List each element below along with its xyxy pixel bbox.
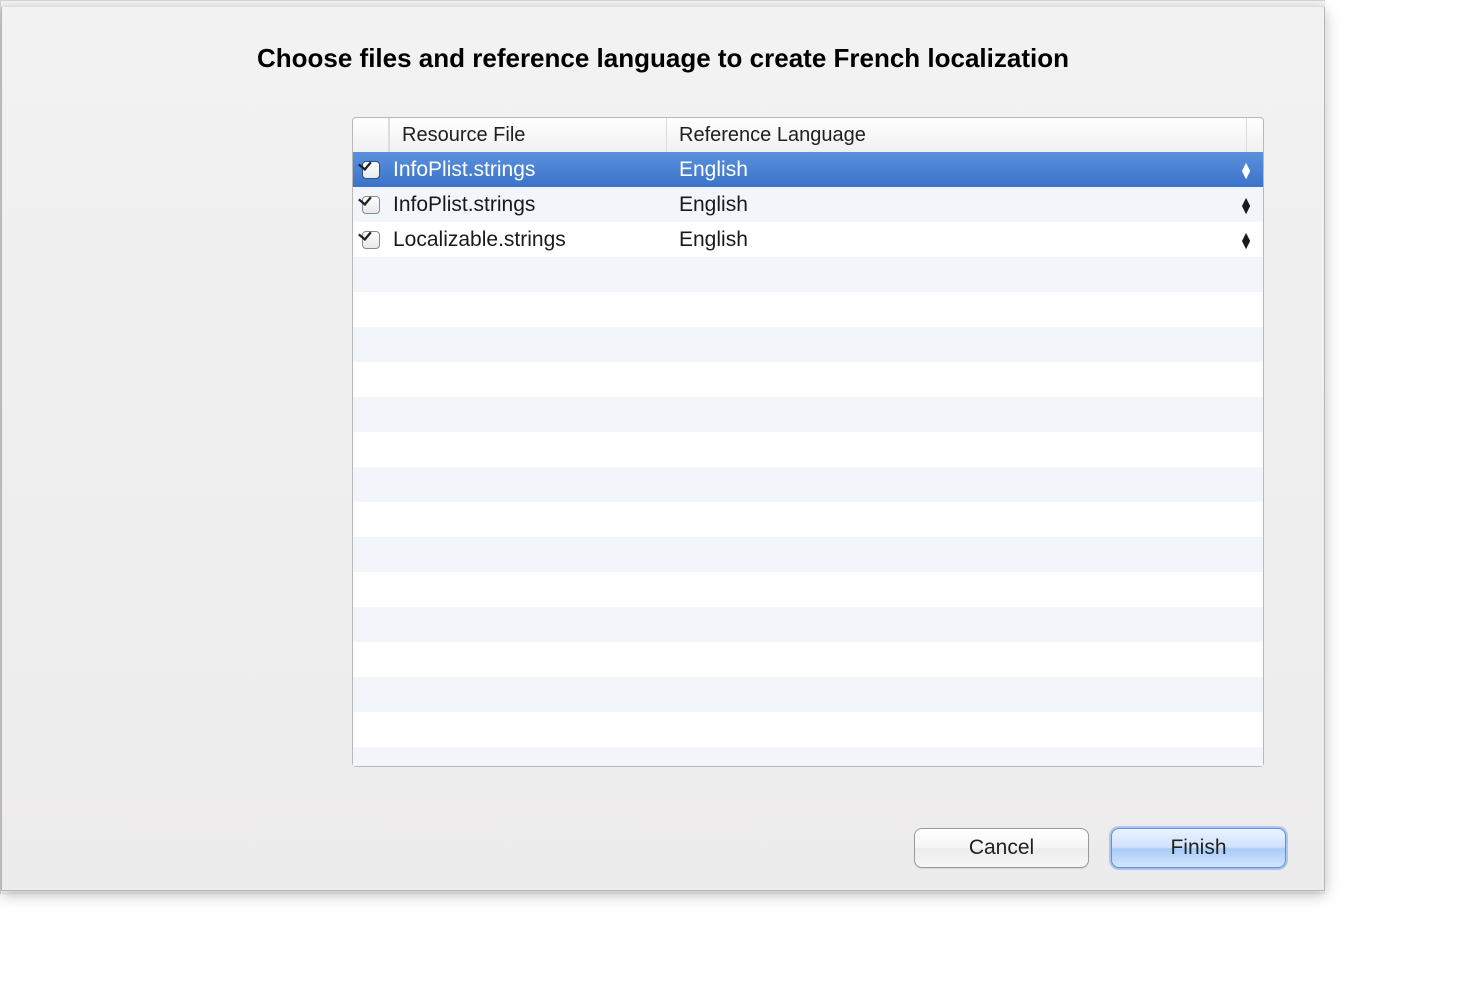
column-header-checkbox[interactable] [353, 118, 389, 152]
resource-file-cell: Localizable.strings [389, 228, 667, 252]
table-row-empty [353, 502, 1263, 537]
background-window: Deployment Target iOS Deployment Target … [0, 0, 1325, 894]
table-row-empty [353, 467, 1263, 502]
checkbox[interactable] [362, 161, 380, 179]
table-header: Resource File Reference Language [353, 118, 1263, 153]
table-body: InfoPlist.stringsEnglish▲▼InfoPlist.stri… [353, 152, 1263, 766]
reference-language-cell[interactable]: English [667, 193, 1229, 217]
popup-arrows-icon: ▲▼ [1239, 232, 1253, 248]
row-checkbox-cell[interactable] [353, 196, 389, 214]
finish-button[interactable]: Finish [1111, 828, 1286, 868]
column-header-resource[interactable]: Resource File [389, 118, 667, 152]
button-bar: Cancel Finish [914, 828, 1286, 868]
resource-file-cell: InfoPlist.strings [389, 158, 667, 182]
column-header-end [1247, 118, 1263, 152]
table-row-empty [353, 327, 1263, 362]
row-checkbox-cell[interactable] [353, 161, 389, 179]
table-row-empty [353, 257, 1263, 292]
checkbox[interactable] [362, 196, 380, 214]
reference-language-cell[interactable]: English [667, 158, 1229, 182]
row-checkbox-cell[interactable] [353, 231, 389, 249]
table-row-empty [353, 537, 1263, 572]
column-header-language[interactable]: Reference Language [667, 118, 1247, 152]
table-row-empty [353, 712, 1263, 747]
table-row-empty [353, 642, 1263, 677]
table-row-empty [353, 292, 1263, 327]
table-row[interactable]: InfoPlist.stringsEnglish ▲▼ [353, 152, 1263, 187]
table-row-empty [353, 747, 1263, 766]
language-popup-arrows[interactable]: ▲▼ [1229, 197, 1263, 213]
table-row-empty [353, 607, 1263, 642]
popup-arrows-icon: ▲▼ [1239, 162, 1253, 178]
file-table: Resource File Reference Language InfoPli… [352, 117, 1264, 767]
cancel-button[interactable]: Cancel [914, 828, 1089, 868]
table-row-empty [353, 677, 1263, 712]
table-row-empty [353, 362, 1263, 397]
checkbox[interactable] [362, 231, 380, 249]
table-row-empty [353, 432, 1263, 467]
popup-arrows-icon: ▲▼ [1239, 197, 1253, 213]
table-row-empty [353, 572, 1263, 607]
table-row[interactable]: Localizable.stringsEnglish ▲▼ [353, 222, 1263, 257]
table-row-empty [353, 397, 1263, 432]
table-row[interactable]: InfoPlist.stringsEnglish ▲▼ [353, 187, 1263, 222]
reference-language-cell[interactable]: English [667, 228, 1229, 252]
resource-file-cell: InfoPlist.strings [389, 193, 667, 217]
language-popup-arrows[interactable]: ▲▼ [1229, 162, 1263, 178]
sheet-title: Choose files and reference language to c… [2, 43, 1324, 74]
localization-sheet: Choose files and reference language to c… [1, 7, 1325, 891]
language-popup-arrows[interactable]: ▲▼ [1229, 232, 1263, 248]
